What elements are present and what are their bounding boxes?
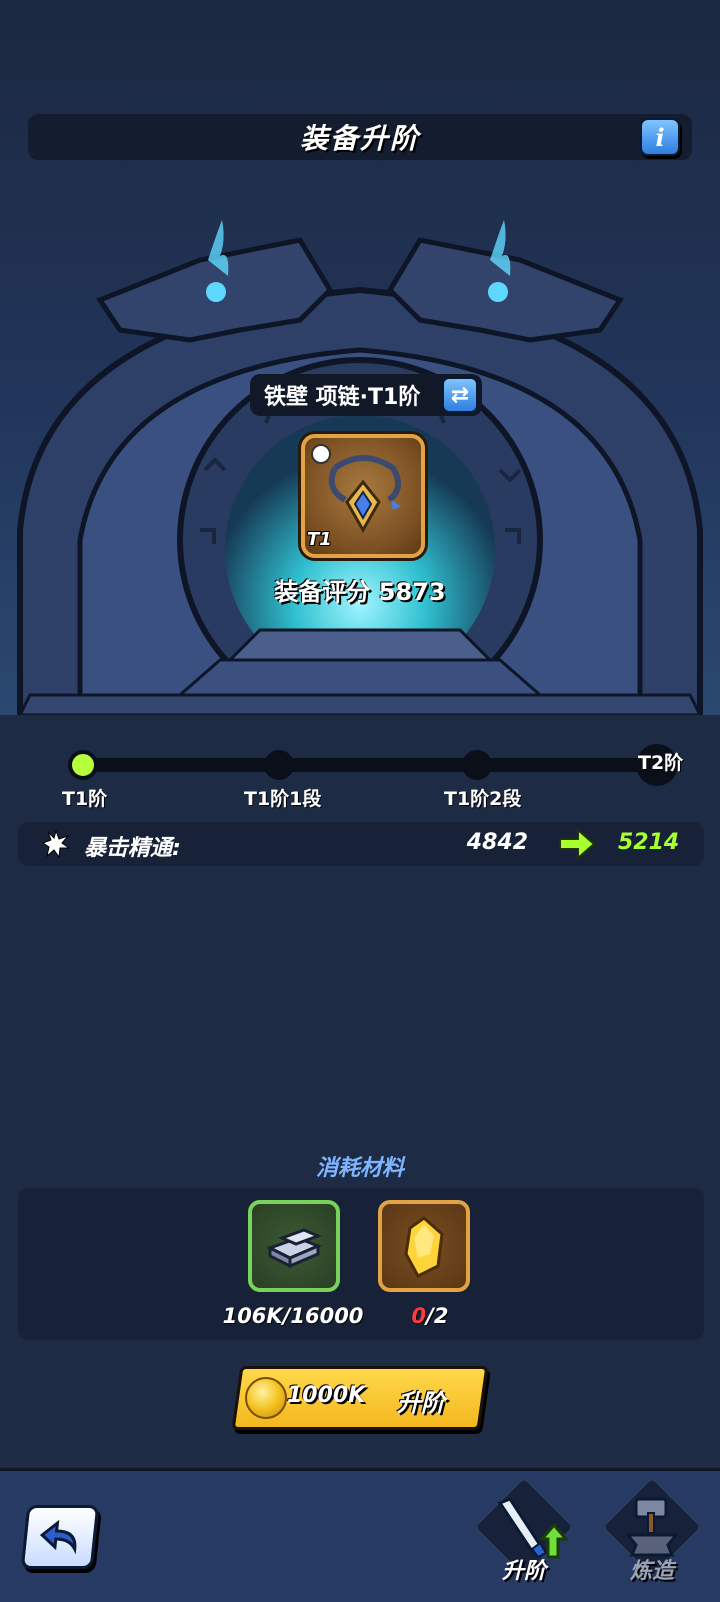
material-count-crystal-need: 2: [433, 1304, 449, 1328]
material-slot-iron[interactable]: [248, 1200, 340, 1292]
back-button[interactable]: [20, 1505, 100, 1569]
gold-coin-icon: [245, 1377, 287, 1419]
tab-upgrade-label: 升阶: [501, 1559, 546, 1584]
stat-new-value: 5214: [618, 830, 680, 855]
bottom-nav-bar: 升阶 炼造: [0, 1468, 720, 1602]
tab-forge[interactable]: 炼造: [598, 1476, 706, 1591]
item-name-badge: 铁壁 项链·T1阶 ⇄: [250, 374, 482, 416]
tab-upgrade[interactable]: 升阶: [470, 1476, 578, 1591]
materials-title: 消耗材料: [315, 1156, 404, 1181]
back-arrow-icon: [39, 1519, 77, 1555]
tier-progress: T1阶 T1阶1段 T1阶2段 T2阶: [62, 744, 684, 828]
tab-forge-label: 炼造: [629, 1559, 674, 1584]
material-count-iron-need: 16000: [290, 1304, 364, 1328]
portal-scene-background: [0, 0, 720, 715]
tier-badge: T1: [307, 529, 332, 550]
stat-row: 暴击精通: 4842 5214: [18, 822, 704, 866]
progress-end-label: T2阶: [638, 752, 684, 774]
page-title-bar: 装备升阶 i: [28, 114, 692, 160]
material-count-iron: 106K/16000: [222, 1304, 364, 1328]
equipment-slot[interactable]: T1: [301, 434, 425, 558]
progress-label-2: T1阶1段: [244, 788, 322, 810]
upgrade-cost: 1000K: [287, 1383, 366, 1408]
info-button[interactable]: i: [640, 118, 680, 156]
progress-label-3: T1阶2段: [444, 788, 522, 810]
arrow-right-icon: [559, 828, 596, 860]
progress-track: [82, 758, 672, 772]
material-count-iron-have: 106K: [222, 1304, 283, 1328]
material-count-crystal: 0/2: [411, 1304, 449, 1328]
info-icon: i: [655, 122, 665, 152]
stat-old-value: 4842: [466, 830, 528, 855]
gold-crystal-icon: [404, 1216, 444, 1278]
swap-item-button[interactable]: ⇄: [442, 377, 478, 413]
progress-node-3: [462, 750, 492, 780]
star-burst-icon: [42, 830, 70, 858]
material-count-crystal-have: 0: [411, 1304, 427, 1328]
iron-ingot-icon: [266, 1228, 323, 1269]
stat-label: 暴击精通:: [84, 836, 181, 861]
swap-arrows-icon: ⇄: [450, 382, 470, 408]
progress-node-2: [264, 750, 294, 780]
progress-node-1: [68, 750, 98, 780]
item-name: 铁壁 项链·T1阶: [264, 385, 421, 410]
materials-panel: 106K/16000 0/2: [18, 1188, 704, 1340]
upgrade-label: 升阶: [397, 1389, 445, 1417]
upgrade-button[interactable]: 1000K 升阶: [231, 1366, 489, 1430]
equipment-score: 装备评分 5873: [274, 578, 446, 606]
progress-label-1: T1阶: [62, 788, 108, 810]
page-title: 装备升阶: [299, 122, 420, 155]
material-slot-crystal[interactable]: [378, 1200, 470, 1292]
